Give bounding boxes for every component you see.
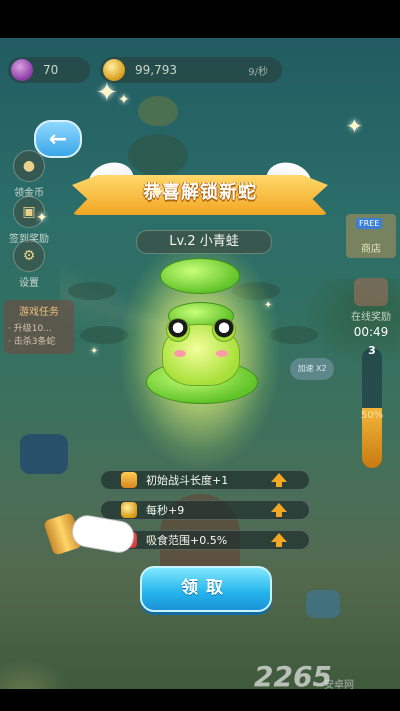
tutorial-pointer-hand-icon [43, 512, 138, 556]
settings-button[interactable]: ⚙ 设置 [6, 240, 52, 289]
claim-button[interactable]: 领取 [140, 566, 272, 612]
upgrade-arrow-icon [271, 473, 287, 487]
online-reward-timer: 00:49 [353, 325, 389, 339]
sparkle-icon: ✦ [346, 114, 363, 138]
reward-text: 每秒+9 [146, 504, 185, 517]
settings-label: 设置 [19, 278, 39, 289]
coin-counter: 99,793 9/秒 [100, 57, 282, 83]
reward-text: 吸食范围+0.5% [146, 534, 228, 547]
sparkle-icon: ✦ [96, 78, 118, 108]
task-line: · 升级10... [8, 324, 52, 334]
gem-counter: 70 [8, 57, 90, 83]
frog-cheek-right [216, 350, 228, 357]
shop-button[interactable]: FREE 商店 [346, 214, 396, 258]
frog-character [138, 258, 262, 408]
sparkle-icon: ✦ [150, 182, 166, 203]
frog-eye-left [166, 318, 190, 342]
frog-eye-right [212, 318, 236, 342]
upgrade-arrow-icon [271, 533, 287, 547]
free-badge: FREE [356, 218, 383, 229]
sparkle-icon: ✦ [36, 210, 48, 226]
banner-title: 恭喜解锁新蛇 [143, 182, 257, 203]
level-progress-bar [362, 348, 382, 468]
length-icon [121, 472, 137, 488]
unlock-banner: 恭喜解锁新蛇 [72, 156, 328, 215]
speed-boost-button[interactable]: 加速 X2 [290, 358, 334, 380]
task-panel-title: 游戏任务 [19, 307, 59, 318]
coin-amount: 99,793 [135, 63, 177, 77]
frog-cheek-left [174, 350, 186, 357]
arrow-left-icon: ← [48, 126, 68, 152]
letterbox-bottom [0, 689, 400, 711]
coin-stack-icon: ● [13, 150, 45, 182]
sparkle-icon: ✦ [118, 92, 130, 108]
reward-text: 初始战斗长度+1 [146, 474, 229, 487]
sparkle-icon: ✦ [90, 346, 99, 357]
reward-row: 初始战斗长度+1 [100, 470, 310, 490]
gem-amount: 70 [43, 63, 59, 77]
unlocked-snake-name: Lv.2 小青蛙 [136, 230, 272, 254]
hand-glove [69, 512, 137, 556]
sparkle-icon: ✦ [264, 300, 273, 311]
gift-icon [354, 278, 388, 306]
letterbox-top [0, 0, 400, 38]
lily-pad-top [160, 258, 240, 294]
task-line: · 击杀3条蛇 [8, 337, 56, 347]
gear-icon: ⚙ [13, 240, 45, 272]
collect-coins-button[interactable]: ● 领金币 [6, 150, 52, 199]
task-panel[interactable]: 游戏任务 · 升级10... · 击杀3条蛇 [4, 300, 74, 354]
online-reward-button[interactable]: 在线奖励 00:49 [344, 278, 398, 340]
shop-label: 商店 [361, 244, 381, 255]
level-progress-percent: 50% [360, 410, 384, 421]
gem-icon [11, 59, 33, 81]
level-number: 3 [368, 344, 376, 357]
upgrade-arrow-icon [271, 503, 287, 517]
online-reward-label: 在线奖励 [351, 312, 391, 323]
recycle-icon[interactable] [306, 590, 340, 618]
coin-rate: 9/秒 [248, 66, 268, 78]
